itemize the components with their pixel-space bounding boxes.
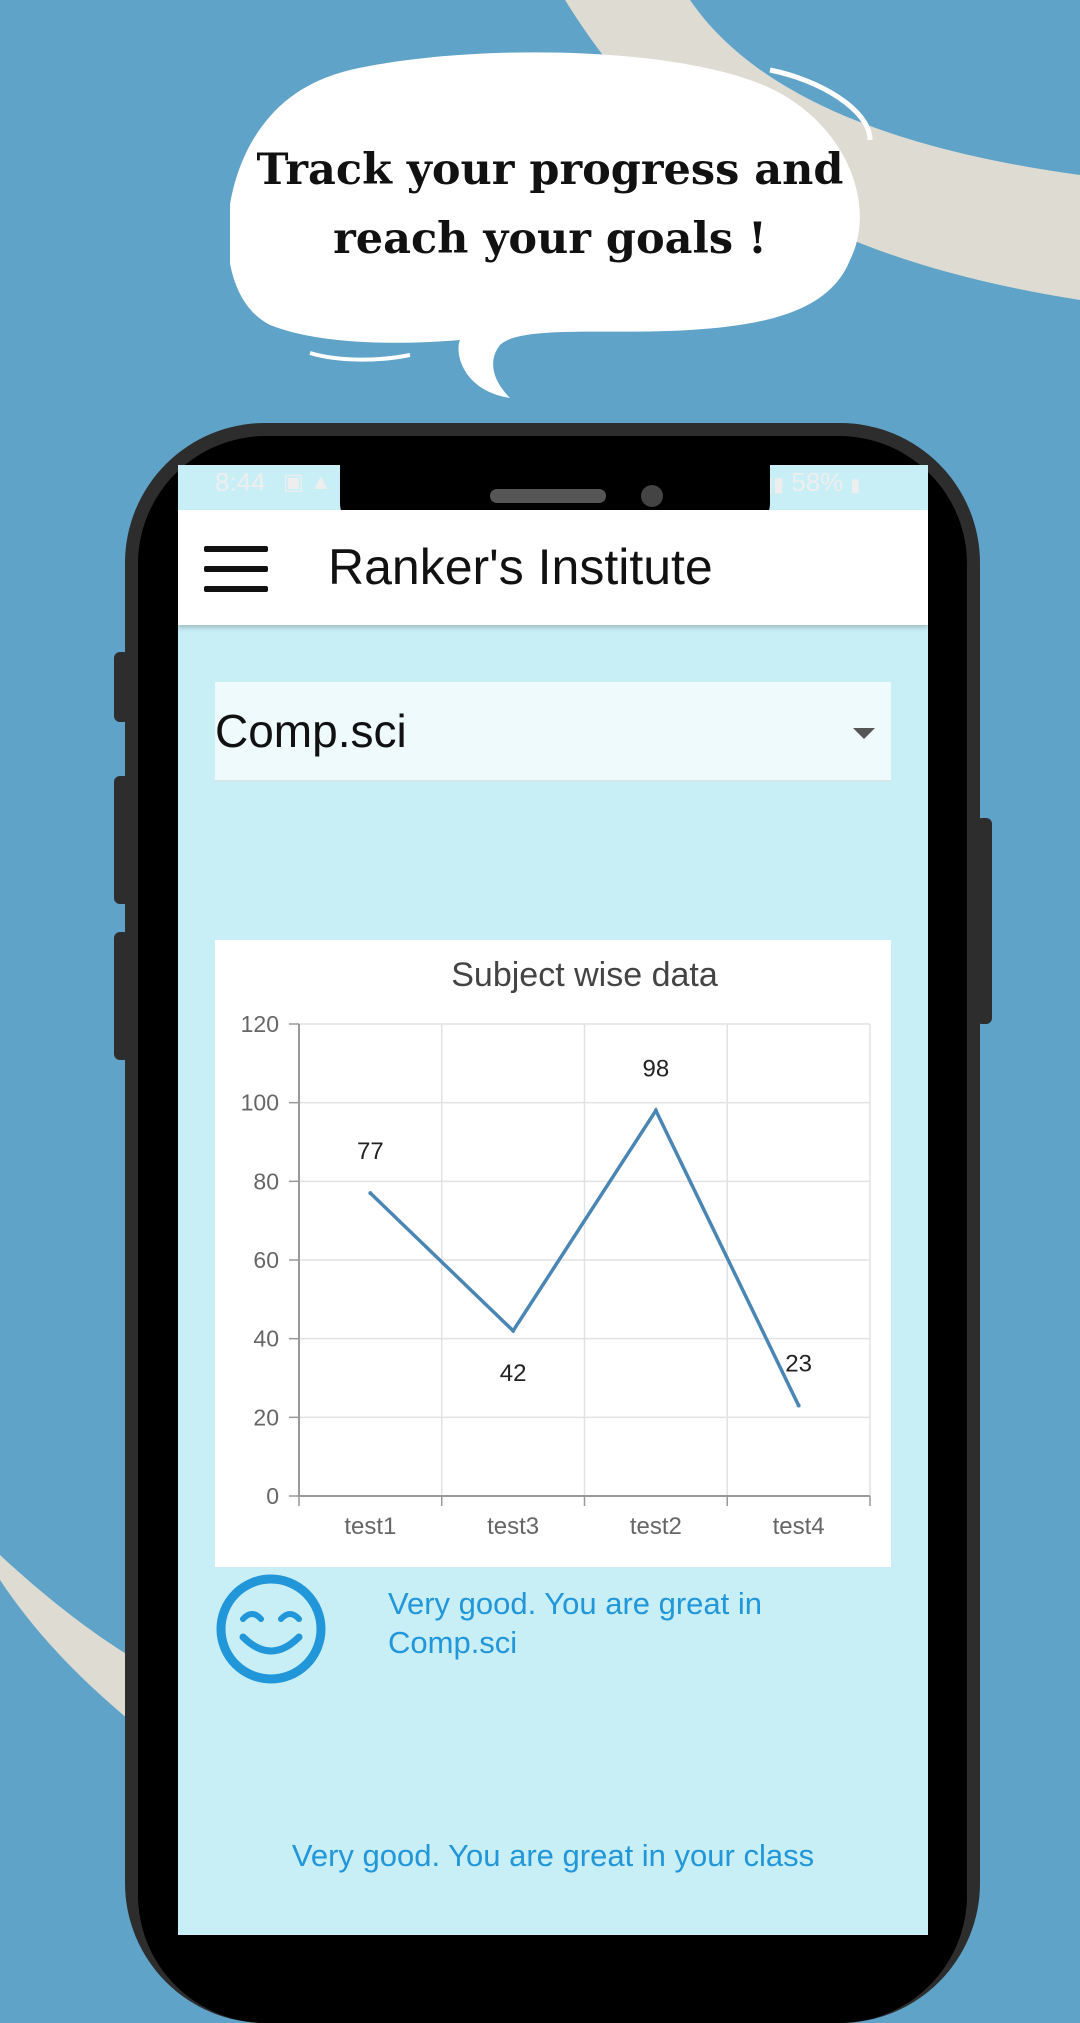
- image-icon: ▣: [283, 469, 304, 494]
- warning-icon: ▲: [309, 469, 332, 494]
- promo-headline: Track your progress and reach your goals…: [255, 136, 845, 274]
- x-tick-label: test1: [344, 1513, 396, 1540]
- data-label: 42: [500, 1360, 527, 1387]
- hamburger-menu-icon[interactable]: [204, 546, 268, 592]
- status-time: 8:44: [215, 467, 266, 497]
- y-tick-label: 80: [253, 1168, 279, 1194]
- phone-camera: [641, 485, 663, 507]
- class-feedback-message: Very good. You are great in your class: [291, 1838, 815, 1873]
- data-point: [511, 1328, 516, 1333]
- y-tick-label: 100: [241, 1090, 279, 1116]
- dropdown-arrow-icon: [853, 728, 875, 739]
- app-title: Ranker's Institute: [328, 539, 713, 595]
- promo-line-2: reach your goals !: [333, 214, 767, 264]
- x-tick-label: test3: [487, 1513, 539, 1540]
- data-point: [368, 1191, 373, 1196]
- chart-card: Subject wise data 0 20 40 60 80 100 120 test1 tes…: [215, 940, 891, 1567]
- subject-dropdown[interactable]: Comp.sci: [215, 682, 891, 782]
- data-label: 77: [357, 1138, 384, 1165]
- y-tick-label: 40: [253, 1326, 279, 1352]
- y-tick-label: 120: [241, 1011, 279, 1037]
- data-label: 23: [785, 1351, 812, 1378]
- y-tick-label: 60: [253, 1247, 279, 1273]
- promo-line-1: Track your progress and: [256, 145, 844, 195]
- x-tick-label: test2: [630, 1513, 682, 1540]
- subject-feedback-message: Very good. You are great in Comp.sci: [388, 1586, 763, 1660]
- subject-dropdown-value: Comp.sci: [215, 705, 407, 757]
- data-point: [653, 1108, 658, 1113]
- battery-percent: 58%: [791, 467, 844, 497]
- smiley-face-icon: [216, 1574, 326, 1684]
- status-right: ▮▮ 58% ▮: [762, 467, 860, 498]
- data-label: 98: [643, 1056, 670, 1083]
- battery-icon: ▮: [850, 475, 861, 495]
- subject-line-chart: Subject wise data 0 20 40 60 80 100 120 test1 tes…: [241, 956, 871, 1540]
- x-tick-label: test4: [773, 1513, 825, 1540]
- chart-title: Subject wise data: [451, 956, 718, 994]
- y-tick-label: 0: [266, 1483, 279, 1509]
- phone-speaker: [490, 489, 606, 503]
- data-point: [796, 1403, 801, 1408]
- notification-icons: ▣ ▲: [283, 469, 332, 495]
- y-tick-label: 20: [253, 1404, 279, 1430]
